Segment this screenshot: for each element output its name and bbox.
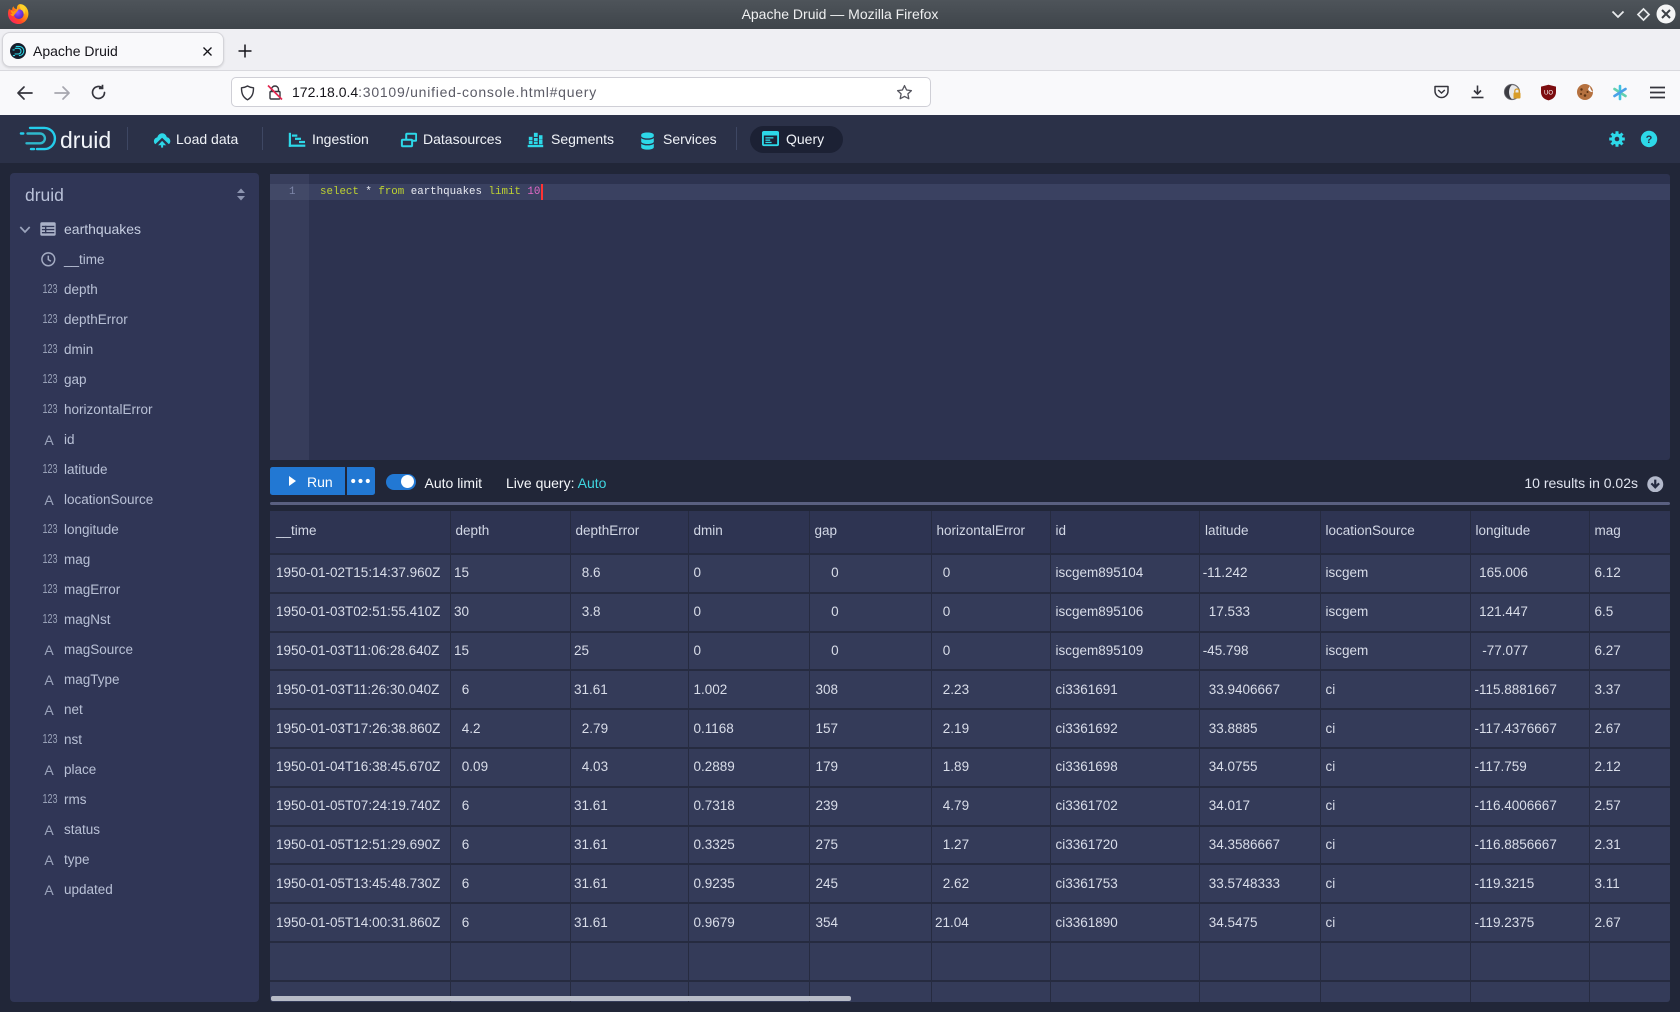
svg-text:UO: UO <box>1544 91 1553 97</box>
svg-text:?: ? <box>1646 134 1653 146</box>
